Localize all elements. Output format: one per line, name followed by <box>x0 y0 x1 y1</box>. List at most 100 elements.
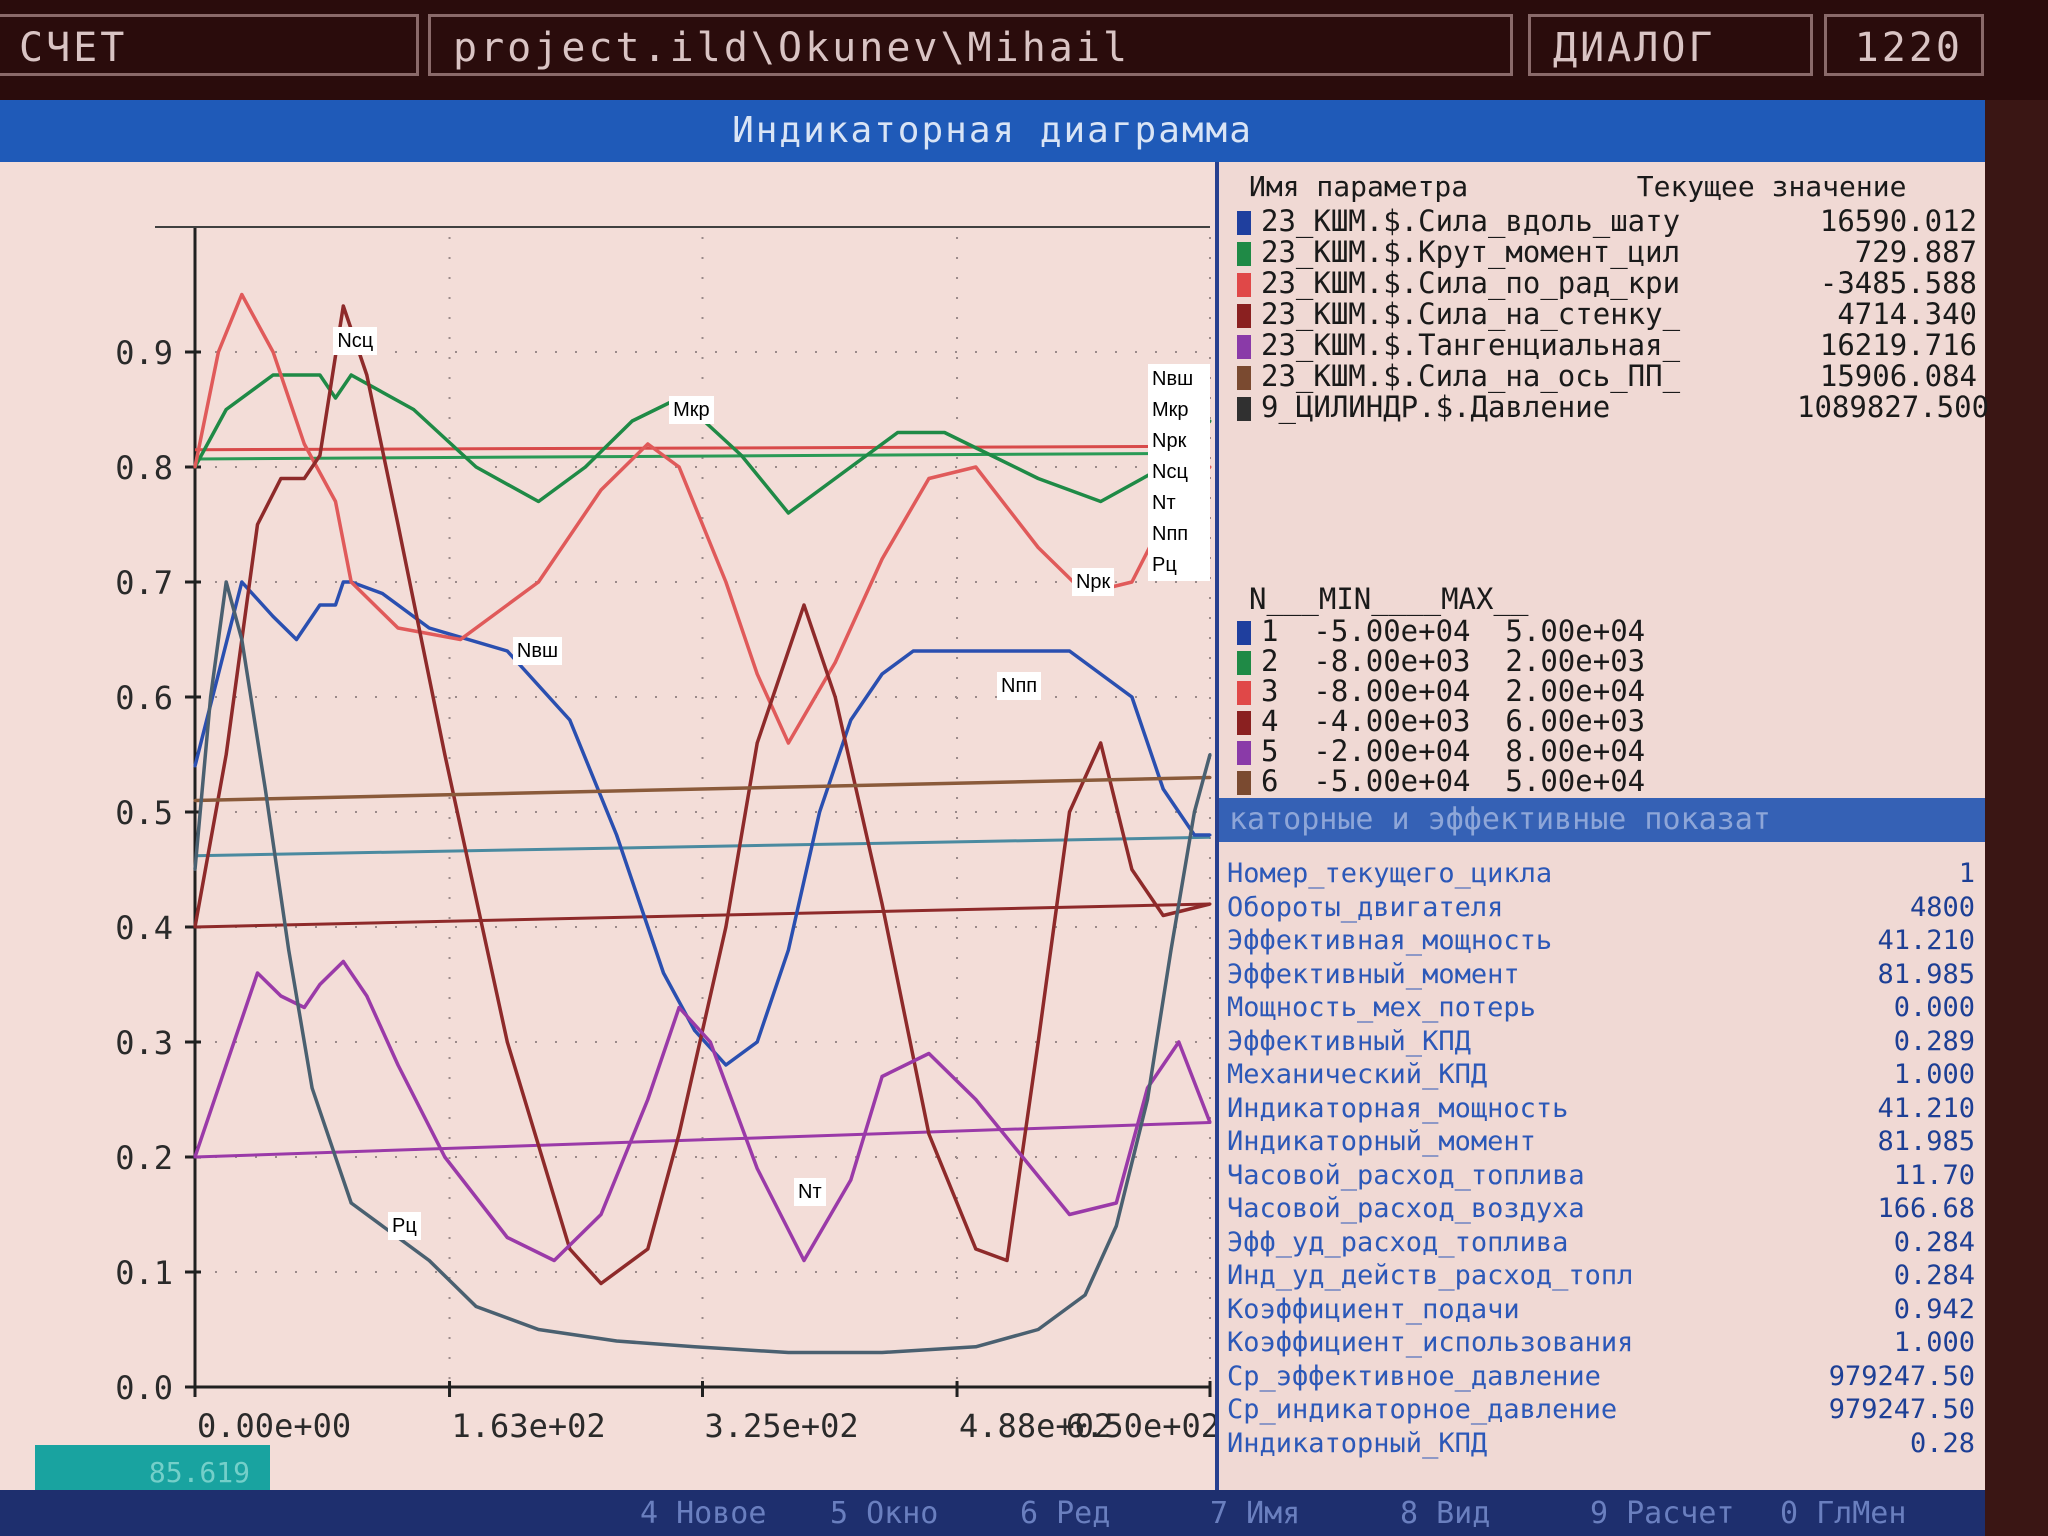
indicator-row: Инд_уд_действ_расход_топл 0.284 <box>1227 1260 1975 1291</box>
data-point-Nрк <box>974 465 978 469</box>
param-table-header: Имя параметра Текущее значение <box>1249 170 1906 203</box>
series-color-swatch <box>1237 242 1251 266</box>
function-key-button[interactable]: 9 Расчет <box>1590 1494 1735 1534</box>
indicator-row: Номер_текущего_цикла 1 <box>1227 858 1975 889</box>
data-point-Мкр <box>271 373 275 377</box>
param-value: 16219.716 <box>1819 328 1977 362</box>
function-key-button[interactable]: 5 Окно <box>830 1494 938 1534</box>
y-tick-label: 0.0 <box>115 1369 173 1407</box>
data-point-Nвш <box>505 649 509 653</box>
param-row[interactable]: 23_КШМ.$.Сила_на_ось_ПП_ 15906.084 <box>1237 359 1977 393</box>
function-key-button[interactable]: 4 Новое <box>640 1494 766 1534</box>
annotation-label: Рц <box>388 1212 421 1240</box>
range-table-header: N___MIN____MAX__ <box>1249 582 1529 616</box>
param-value: 1089827.500 <box>1797 390 1990 424</box>
data-point-Nт <box>802 1259 806 1262</box>
window-title: Индикаторная диаграмма <box>732 110 1253 151</box>
annotation-label: Nт <box>794 1177 826 1206</box>
parameter-panel: Имя параметра Текущее значение 23_КШМ.$.… <box>1215 162 1989 1490</box>
data-point-Рц <box>693 1345 697 1349</box>
data-point-Рц <box>334 1155 338 1159</box>
data-point-Nрк <box>599 488 603 492</box>
function-key-button[interactable]: 8 Вид <box>1400 1494 1490 1534</box>
indicator-value: 0.000 <box>1893 992 1975 1023</box>
param-row[interactable]: 23_КШМ.$.Сила_вдоль_шату 16590.012 <box>1237 204 1977 238</box>
indicator-row: Ср_эффективное_давление 979247.50 <box>1227 1361 1975 1392</box>
data-point-Nсц <box>365 373 369 377</box>
status-value: 85.619 <box>148 1456 250 1489</box>
indicator-name: Часовой_расход_воздуха <box>1227 1193 1585 1224</box>
data-point-Nрк <box>240 293 244 296</box>
data-point-Nт <box>599 1213 603 1216</box>
data-point-Рц <box>1208 753 1212 756</box>
data-point-Nсц <box>318 454 322 457</box>
y-tick-label: 0.8 <box>115 449 173 487</box>
indicator-row: Индикаторная_мощность 41.210 <box>1227 1093 1975 1124</box>
param-value: 4714.340 <box>1837 297 1977 331</box>
data-point-Nт <box>1177 1040 1181 1044</box>
param-value: 15906.084 <box>1819 359 1977 393</box>
data-point-Рц <box>880 1351 884 1354</box>
series-color-swatch <box>1237 304 1251 328</box>
data-point-Nт <box>193 1155 197 1159</box>
indicator-value: 0.284 <box>1893 1260 1975 1291</box>
param-row[interactable]: 23_КШМ.$.Сила_на_стенку_ 4714.340 <box>1237 297 1977 331</box>
data-point-Nт <box>1208 1121 1212 1124</box>
indicator-row: Обороты_двигателя 4800 <box>1227 892 1975 923</box>
data-point-Nвш <box>615 833 619 837</box>
data-point-Nт <box>646 1098 650 1101</box>
data-point-Nрк <box>458 638 462 641</box>
data-point-Nвш <box>943 649 947 653</box>
data-point-Nрк <box>646 442 650 446</box>
param-row[interactable]: 23_КШМ.$.Сила_по_рад_кри -3485.588 <box>1237 266 1977 300</box>
indicator-name: Индикаторный_КПД <box>1227 1427 1488 1459</box>
indicator-name: Обороты_двигателя <box>1227 891 1504 923</box>
data-point-Nвш <box>341 580 345 584</box>
data-point-Nрк <box>1130 580 1134 584</box>
data-point-Nт <box>927 1052 931 1055</box>
data-point-Nвш <box>661 971 665 975</box>
data-point-Мкр <box>849 465 853 469</box>
data-point-Nвш <box>380 592 384 595</box>
data-point-Nрк <box>271 350 275 354</box>
indicator-value: 1.000 <box>1893 1059 1975 1090</box>
data-point-Nсц <box>396 523 400 526</box>
y-tick-label: 0.9 <box>115 334 173 372</box>
data-point-Nрк <box>216 350 220 354</box>
header-value: Текущее значение <box>1636 170 1907 203</box>
plot-background <box>0 162 1215 1490</box>
data-point-Nт <box>755 1167 759 1170</box>
indicator-row: Коэффициент_использования 1.000 <box>1227 1327 1975 1358</box>
indicator-row: Эффективная_мощность 41.210 <box>1227 925 1975 956</box>
function-key-button[interactable]: 7 Имя <box>1210 1494 1300 1534</box>
annotation-label: Мкр <box>669 395 714 424</box>
data-point-Рц <box>1192 810 1196 814</box>
data-point-Nрк <box>880 557 884 561</box>
data-point-Nсц <box>1005 1259 1009 1262</box>
data-point-Мкр <box>318 373 322 377</box>
dialog-button[interactable]: ДИАЛОГ <box>1528 14 1813 76</box>
range-row: 1 -5.00e+04 5.00e+04 <box>1237 614 1645 648</box>
indicator-value: 81.985 <box>1877 958 1975 990</box>
range-values: 6 -5.00e+04 5.00e+04 <box>1261 764 1646 798</box>
annotation-label: Nрк <box>1071 568 1115 596</box>
data-point-Nвш <box>427 626 431 630</box>
legend-entry: Nвш <box>1152 368 1194 390</box>
function-key-button[interactable]: 0 ГлМен <box>1780 1494 1906 1534</box>
data-point-Nпп <box>193 799 197 802</box>
data-point-Nсц <box>724 925 728 929</box>
series-color-swatch <box>1237 211 1251 235</box>
data-point-Nт <box>302 1006 306 1009</box>
param-row[interactable]: 23_КШМ.$.Тангенциальная_ 16219.716 <box>1237 328 1977 362</box>
chart-svg: 0.0 0.1 0.2 0.3 0.4 0.5 0.6 0.7 0.8 0.9 0.00e+00 1.… <box>0 162 1220 1490</box>
param-row[interactable]: 23_КШМ.$.Крут_момент_цил 729.887 <box>1237 235 1977 269</box>
indicator-name: Ср_эффективное_давление <box>1227 1360 1601 1392</box>
legend-entry: Мкр <box>1152 399 1189 421</box>
y-tick-label: 0.5 <box>115 794 173 832</box>
data-point-Рц <box>1114 1224 1118 1228</box>
function-key-button[interactable]: 6 Ред <box>1020 1494 1110 1534</box>
data-point-Nвш <box>1005 649 1009 653</box>
indicator-value: 11.70 <box>1893 1159 1975 1191</box>
data-point-Рц <box>193 868 197 871</box>
param-row[interactable]: 9_ЦИЛИНДР.$.Давление 1089827.500 <box>1237 390 1989 424</box>
